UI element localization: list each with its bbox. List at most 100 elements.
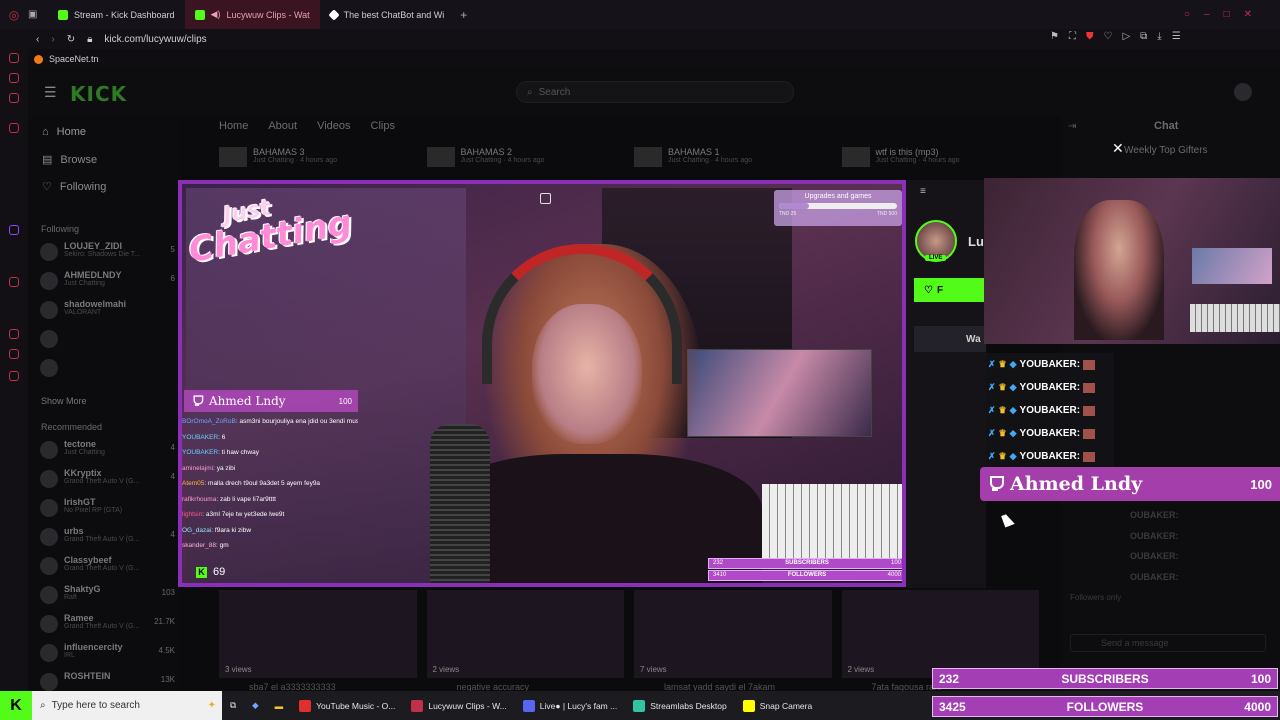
ai-icon[interactable] (9, 53, 19, 63)
clip-card[interactable]: BAHAMAS 2 Just Chatting · 4 hours ago (426, 147, 625, 177)
sidebar-channel[interactable]: KKryptix Grand Theft Auto V (G... 4 (40, 468, 175, 496)
screenshot-icon[interactable]: ⛶ (1069, 31, 1076, 42)
nav-browse[interactable]: ▤ Browse (42, 153, 97, 167)
search-input[interactable]: ⌕ Search (516, 81, 794, 103)
sidebar-channel[interactable]: IrishGT No Pixel RP (GTA) (40, 497, 175, 525)
cam-poster (1192, 248, 1272, 284)
clip-card[interactable]: BAHAMAS 1 Just Chatting · 4 hours ago (634, 147, 832, 177)
sidebar-channel[interactable]: Classybeef Grand Theft Auto V (G... (40, 555, 175, 583)
extension-icon[interactable]: ⧉ (1140, 31, 1147, 42)
menu-icon[interactable]: ☰ (1172, 31, 1181, 42)
channel-avatar (40, 330, 58, 348)
taskbar-app[interactable]: Live● | Lucy's fam ... (515, 691, 625, 720)
search-icon: ⌕ (40, 700, 46, 711)
chat-message: Atem05: malla drech t9oul 9a3det 5 ayem … (182, 476, 358, 492)
stream-player[interactable]: Just Chatting Upgrades and games TND 25 T… (178, 180, 906, 587)
sidebar-channel[interactable]: tectone Just Chatting 4 (40, 439, 175, 467)
chat-icon[interactable] (9, 93, 19, 103)
channel-name: ShaktyG (64, 584, 101, 594)
kick-logo[interactable]: KICK (70, 82, 127, 106)
clip-card[interactable]: 7 views lamsat yadd saydi el 7akam (634, 590, 832, 692)
nav-following[interactable]: ♡ Following (42, 180, 106, 194)
youbaker-alert: ✗ ♛ ◆ YOUBAKER: (984, 399, 1114, 422)
send-message-input[interactable]: Send a message (1070, 634, 1266, 652)
back-icon[interactable]: ‹ (36, 34, 39, 45)
download-icon[interactable]: ⤓ (1157, 31, 1161, 42)
window-controls[interactable]: ○–□✕ (1184, 9, 1280, 20)
show-more-link[interactable]: Show More (41, 396, 87, 406)
taskbar-app-label: Lucywuw Clips - W... (428, 700, 507, 711)
task-view-icon[interactable]: ⧉ (222, 691, 244, 720)
taskbar-app[interactable]: Streamlabs Desktop (625, 691, 735, 720)
channel-avatar (40, 243, 58, 261)
twitch-icon[interactable] (9, 225, 19, 235)
sidebar-channel[interactable]: ShaktyG Raft 103 (40, 584, 175, 612)
copilot-icon[interactable]: ◆ (244, 691, 267, 720)
tab-menu-icon[interactable]: ▣ (28, 9, 48, 20)
user-avatar[interactable] (1234, 83, 1252, 101)
tab-label: The best ChatBot and Wi (343, 9, 445, 20)
taskbar-app[interactable]: Snap Camera (735, 691, 820, 720)
sidebar-channel[interactable]: influencercity IRL 4.5K (40, 642, 175, 670)
reload-icon[interactable]: ↻ (67, 34, 75, 45)
tab-home[interactable]: Home (219, 120, 248, 132)
sidebar-channel[interactable]: urbs Grand Theft Auto V (G... 4 (40, 526, 175, 554)
bookmark-spacenet[interactable]: SpaceNet.tn (49, 54, 99, 64)
followers-only-label: Followers only (1070, 593, 1122, 602)
channel-game: IRL (64, 652, 75, 659)
tab-kick-dashboard[interactable]: Stream - Kick Dashboard (48, 0, 185, 29)
taskbar-app[interactable]: YouTube Music - O... (291, 691, 403, 720)
channel-name: Ramee (64, 613, 94, 623)
clip-thumbnail (426, 147, 455, 167)
chat-username: YOUBAKER (182, 449, 219, 456)
clock-icon[interactable] (9, 329, 19, 339)
sidebar-channel[interactable] (40, 357, 175, 385)
watch-button[interactable]: Wa (914, 326, 986, 352)
messenger-icon[interactable] (9, 73, 19, 83)
opera-icon[interactable]: ◎ (0, 8, 28, 22)
box-icon[interactable] (9, 349, 19, 359)
heart-icon[interactable]: ♡ (1103, 31, 1112, 42)
history-icon[interactable] (9, 277, 19, 287)
tiktok-icon[interactable] (9, 123, 19, 133)
sidebar-channel[interactable]: AHMEDLNDY Just Chatting 6 (40, 270, 175, 298)
collapse-chat-icon[interactable]: ⇥ (1068, 121, 1076, 132)
clip-card[interactable]: wtf is this (mp3) Just Chatting · 4 hours… (841, 147, 1040, 177)
channel-avatar (40, 673, 58, 691)
tab-lucywuw-clips[interactable]: ◀) Lucywuw Clips - Wat (184, 0, 320, 29)
nav-home[interactable]: ⌂ Home (42, 126, 86, 138)
clip-card[interactable]: 3 views sba7 el a3333333333 (219, 590, 417, 692)
channel-avatar (40, 528, 58, 546)
clip-card[interactable]: BAHAMAS 3 Just Chatting · 4 hours ago (219, 147, 417, 177)
taskbar-search-input[interactable]: ⌕ Type here to search ✦ (32, 691, 222, 720)
streamer-cam (1074, 200, 1164, 340)
tab-bar: ◎ ▣ Stream - Kick Dashboard ◀) Lucywuw C… (0, 0, 1280, 29)
clip-card[interactable]: 2 views 7ata faqousa rahi (841, 590, 1039, 692)
sidebar-channel[interactable]: shadowelmahi VALORANT (40, 299, 175, 327)
audio-icon[interactable]: ◀) (211, 9, 221, 20)
tab-videos[interactable]: Videos (317, 120, 350, 132)
tab-chatbot[interactable]: The best ChatBot and Wi (320, 0, 455, 29)
url-field[interactable]: kick.com/lucywuw/clips (104, 34, 206, 45)
new-tab-button[interactable]: + (454, 8, 467, 22)
forward-icon[interactable]: › (51, 34, 54, 45)
close-icon[interactable]: ✕ (1112, 140, 1124, 157)
sidebar-channel[interactable]: LOUJEY_ZIDI Sekiro: Shadows Die T... 5 (40, 241, 175, 269)
hamburger-icon[interactable]: ☰ (44, 84, 57, 101)
collapse-icon[interactable]: ≡ (920, 186, 926, 197)
bookmark-icon[interactable]: ⚑ (1050, 31, 1059, 42)
sidebar-channel[interactable] (40, 328, 175, 356)
sidebar-channel[interactable]: Ramee Grand Theft Auto V (G... 21.7K (40, 613, 175, 641)
popout-icon[interactable] (540, 193, 551, 204)
follow-button[interactable]: ♡ F (914, 278, 986, 302)
taskbar-app[interactable]: Lucywuw Clips - W... (403, 691, 514, 720)
tab-clips[interactable]: Clips (371, 120, 395, 132)
start-icon[interactable]: K (0, 691, 32, 720)
tab-about[interactable]: About (268, 120, 297, 132)
settings-icon[interactable] (9, 371, 19, 381)
play-icon[interactable]: ▷ (1122, 31, 1130, 42)
file-explorer-icon[interactable]: ▬ (267, 691, 292, 720)
clip-card[interactable]: 2 views negative accuracy (426, 590, 624, 692)
shield-icon[interactable]: ⛊ (1086, 31, 1094, 42)
channel-info: shadowelmahi VALORANT (64, 299, 126, 327)
